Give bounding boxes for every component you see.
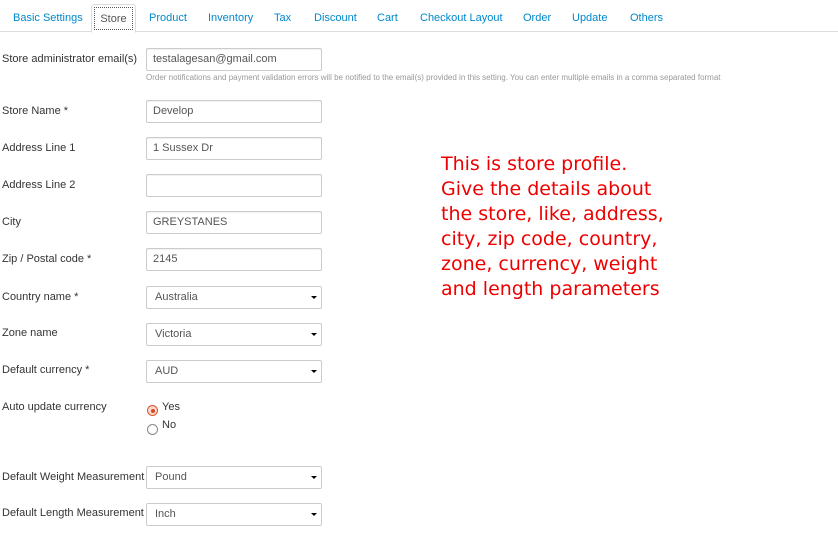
chevron-down-icon bbox=[307, 324, 321, 345]
tab-cart[interactable]: Cart bbox=[377, 4, 398, 32]
admin-email-input[interactable]: testalagesan@gmail.com bbox=[146, 48, 322, 71]
admin-email-help: Order notifications and payment validati… bbox=[146, 73, 721, 82]
tab-focus-ring bbox=[94, 7, 133, 30]
auto-update-yes-label: Yes bbox=[162, 401, 180, 413]
zone-label: Zone name bbox=[2, 327, 58, 339]
tab-tax[interactable]: Tax bbox=[274, 4, 291, 32]
tab-store[interactable]: Store bbox=[91, 4, 136, 33]
tab-product[interactable]: Product bbox=[149, 4, 187, 32]
admin-email-label: Store administrator email(s) bbox=[2, 53, 138, 65]
city-input[interactable]: GREYSTANES bbox=[146, 211, 322, 234]
auto-update-currency-label: Auto update currency bbox=[2, 401, 107, 413]
chevron-down-icon bbox=[307, 361, 321, 382]
store-name-label: Store Name * bbox=[2, 105, 69, 117]
address-line2-input[interactable] bbox=[146, 174, 322, 197]
chevron-down-icon bbox=[307, 467, 321, 488]
tab-others[interactable]: Others bbox=[630, 4, 663, 32]
address-line1-label: Address Line 1 bbox=[2, 142, 76, 154]
auto-update-yes-radio[interactable] bbox=[147, 405, 158, 416]
chevron-down-icon bbox=[307, 504, 321, 525]
store-profile-annotation: This is store profile. Give the details … bbox=[441, 153, 664, 300]
tab-order[interactable]: Order bbox=[523, 4, 551, 32]
currency-select-value: AUD bbox=[155, 365, 179, 377]
length-measurement-label: Default Length Measurement bbox=[2, 507, 144, 519]
chevron-down-icon bbox=[307, 287, 321, 308]
weight-measurement-label: Default Weight Measurement bbox=[2, 471, 145, 483]
city-label: City bbox=[2, 216, 21, 228]
zone-select-value: Victoria bbox=[155, 328, 192, 340]
settings-tab-bar: Basic Settings Store Product Inventory T… bbox=[0, 0, 838, 33]
weight-select-value: Pound bbox=[155, 471, 187, 483]
address-line1-input[interactable]: 1 Sussex Dr bbox=[146, 137, 322, 160]
auto-update-no-label: No bbox=[162, 419, 177, 431]
address-line2-label: Address Line 2 bbox=[2, 179, 76, 191]
tab-inventory[interactable]: Inventory bbox=[208, 4, 253, 32]
auto-update-no-radio[interactable] bbox=[147, 424, 158, 435]
zip-label: Zip / Postal code * bbox=[2, 253, 92, 265]
currency-label: Default currency * bbox=[2, 364, 90, 376]
currency-select[interactable]: AUD bbox=[146, 360, 322, 383]
tab-discount[interactable]: Discount bbox=[314, 4, 357, 32]
store-name-input[interactable]: Develop bbox=[146, 100, 322, 123]
tab-update[interactable]: Update bbox=[572, 4, 607, 32]
tab-basic-settings[interactable]: Basic Settings bbox=[13, 4, 83, 32]
country-label: Country name * bbox=[2, 291, 79, 303]
length-select-value: Inch bbox=[155, 508, 176, 520]
weight-measurement-select[interactable]: Pound bbox=[146, 466, 322, 489]
tab-checkout-layout[interactable]: Checkout Layout bbox=[420, 4, 503, 32]
zip-input[interactable]: 2145 bbox=[146, 248, 322, 271]
zone-select[interactable]: Victoria bbox=[146, 323, 322, 346]
country-select-value: Australia bbox=[155, 291, 198, 303]
length-measurement-select[interactable]: Inch bbox=[146, 503, 322, 526]
country-select[interactable]: Australia bbox=[146, 286, 322, 309]
